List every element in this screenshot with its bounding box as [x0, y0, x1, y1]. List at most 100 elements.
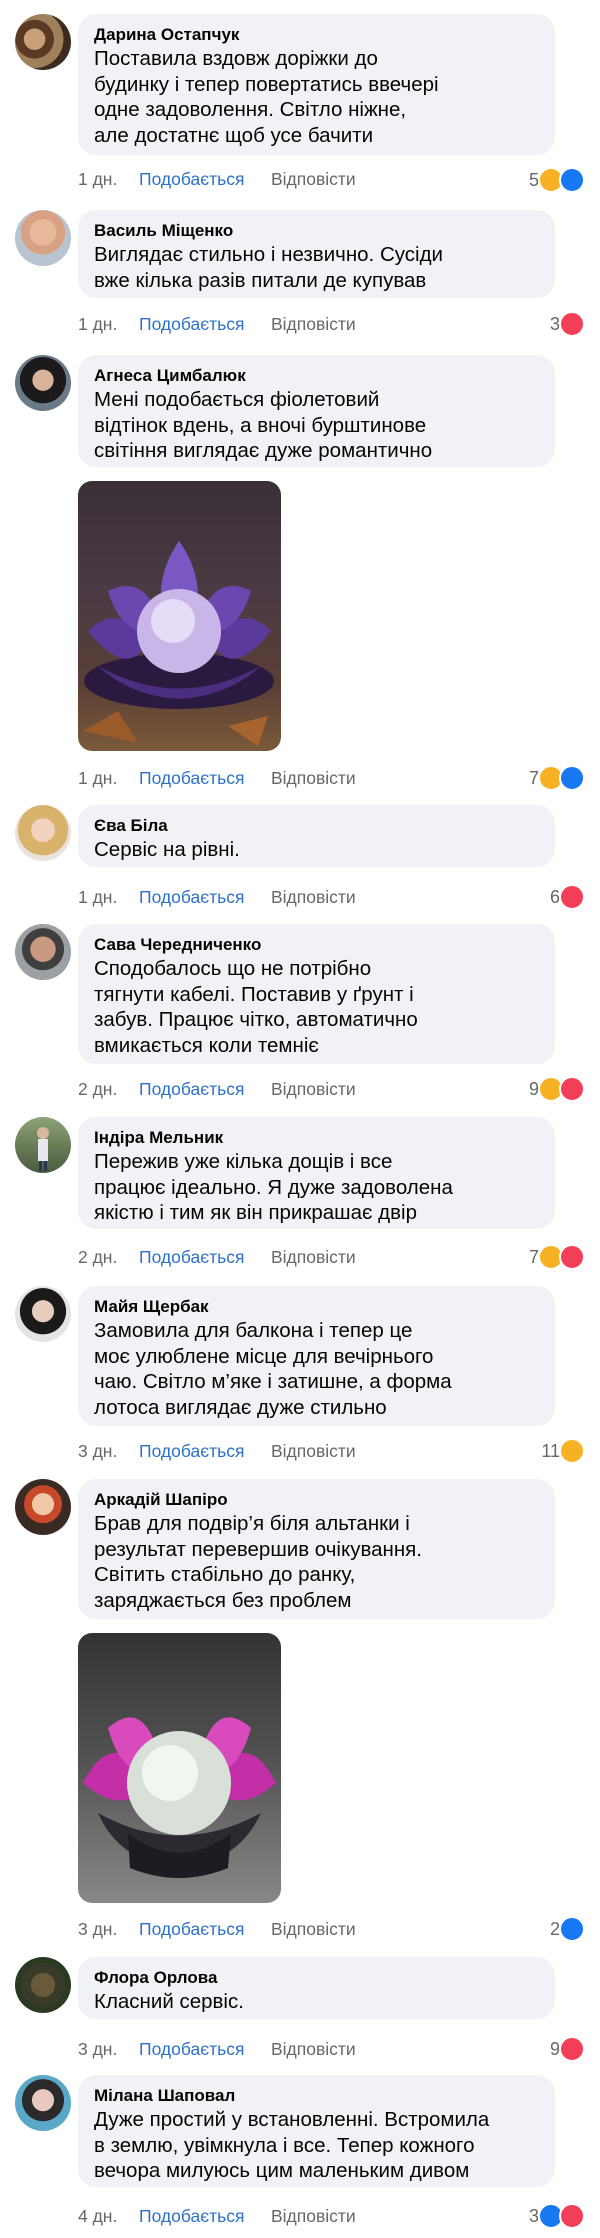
avatar[interactable] — [15, 1286, 71, 1342]
reaction-summary[interactable]: 9 — [529, 1076, 585, 1102]
love-icon — [559, 311, 585, 337]
reply-button[interactable]: Відповісти — [271, 168, 356, 190]
comment-time[interactable]: 3 дн. — [78, 1918, 117, 1940]
comment-bubble: Флора Орлова Класний сервіс. — [78, 1957, 555, 2019]
reply-button[interactable]: Відповісти — [271, 767, 356, 789]
comment-author[interactable]: Агнеса Цимбалюк — [94, 365, 539, 387]
avatar[interactable] — [15, 14, 71, 70]
comment-text: Брав для подвір’я біля альтанки і резуль… — [94, 1512, 422, 1612]
comment-time[interactable]: 2 дн. — [78, 1078, 117, 1100]
reaction-summary[interactable]: 6 — [550, 884, 585, 910]
reaction-summary[interactable]: 11 — [541, 1438, 585, 1464]
comment-author[interactable]: Мілана Шаповал — [94, 2085, 539, 2107]
comment-actions: 1 дн. Подобається Відповісти — [78, 767, 378, 791]
like-button[interactable]: Подобається — [139, 1918, 245, 1940]
comment-text: Пережив уже кілька дощів і все працює ід… — [94, 1150, 453, 1224]
avatar[interactable] — [15, 1479, 71, 1535]
like-button[interactable]: Подобається — [139, 2038, 245, 2060]
comment-text: Замовила для балкона і тепер це моє улюб… — [94, 1319, 452, 1419]
reply-button[interactable]: Відповісти — [271, 313, 356, 335]
avatar[interactable] — [15, 924, 71, 980]
reply-button[interactable]: Відповісти — [271, 1440, 356, 1462]
comment-text: Класний сервіс. — [94, 1990, 244, 2013]
comment-time[interactable]: 1 дн. — [78, 313, 117, 335]
comment-actions: 1 дн. Подобається Відповісти — [78, 313, 378, 337]
love-icon — [559, 2203, 585, 2229]
comment-photo[interactable] — [78, 1633, 281, 1903]
comment-text: Сервіс на рівні. — [94, 838, 240, 861]
comment-time[interactable]: 1 дн. — [78, 168, 117, 190]
comment-actions: 3 дн. Подобається Відповісти — [78, 2038, 378, 2062]
comment-bubble: Мілана Шаповал Дуже простий у встановлен… — [78, 2075, 555, 2187]
like-button[interactable]: Подобається — [139, 168, 245, 190]
comment-time[interactable]: 4 дн. — [78, 2205, 117, 2227]
comment-bubble: Аркадій Шапіро Брав для подвір’я біля ал… — [78, 1479, 555, 1619]
like-button[interactable]: Подобається — [139, 1078, 245, 1100]
comment-author[interactable]: Єва Біла — [94, 815, 539, 837]
like-icon — [559, 1916, 585, 1942]
love-icon — [559, 2036, 585, 2062]
haha-icon — [559, 1438, 585, 1464]
comment-author[interactable]: Сава Чередниченко — [94, 934, 539, 956]
comment-actions: 4 дн. Подобається Відповісти — [78, 2205, 378, 2229]
pink-lotus-lamp-image — [83, 1717, 276, 1878]
love-icon — [559, 1076, 585, 1102]
like-button[interactable]: Подобається — [139, 313, 245, 335]
comment-bubble: Василь Міщенко Виглядає стильно і незвич… — [78, 210, 555, 298]
comment-photo[interactable] — [78, 481, 281, 751]
comment-bubble: Дарина Остапчук Поставила вздовж доріжки… — [78, 14, 555, 155]
comment-actions: 1 дн. Подобається Відповісти — [78, 168, 378, 192]
reply-button[interactable]: Відповісти — [271, 2038, 356, 2060]
comment-author[interactable]: Василь Міщенко — [94, 220, 539, 242]
reaction-summary[interactable]: 7 — [529, 765, 585, 791]
comment-bubble: Агнеса Цимбалюк Мені подобається фіолето… — [78, 355, 555, 467]
avatar-figure — [37, 1127, 49, 1171]
comment-time[interactable]: 3 дн. — [78, 2038, 117, 2060]
love-icon — [559, 884, 585, 910]
avatar[interactable] — [15, 2075, 71, 2131]
avatar[interactable] — [15, 805, 71, 861]
like-button[interactable]: Подобається — [139, 886, 245, 908]
reply-button[interactable]: Відповісти — [271, 886, 356, 908]
reaction-summary[interactable]: 3 — [529, 2203, 585, 2229]
comment-bubble: Єва Біла Сервіс на рівні. — [78, 805, 555, 867]
reply-button[interactable]: Відповісти — [271, 2205, 356, 2227]
like-icon — [559, 167, 585, 193]
like-button[interactable]: Подобається — [139, 1440, 245, 1462]
avatar[interactable] — [15, 210, 71, 266]
comment-time[interactable]: 3 дн. — [78, 1440, 117, 1462]
like-button[interactable]: Подобається — [139, 2205, 245, 2227]
comment-actions: 1 дн. Подобається Відповісти — [78, 886, 378, 910]
reaction-summary[interactable]: 3 — [550, 311, 585, 337]
comment-author[interactable]: Флора Орлова — [94, 1967, 539, 1989]
like-button[interactable]: Подобається — [139, 1246, 245, 1268]
purple-lotus-lamp-image — [83, 541, 274, 746]
comment-text: Поставила вздовж доріжки до будинку і те… — [94, 47, 439, 147]
comment-author[interactable]: Майя Щербак — [94, 1296, 539, 1318]
comment-author[interactable]: Індіра Мельник — [94, 1127, 539, 1149]
like-icon — [559, 765, 585, 791]
comment-time[interactable]: 2 дн. — [78, 1246, 117, 1268]
reaction-count: 11 — [541, 1440, 560, 1461]
comment-text: Виглядає стильно і незвично. Сусіди вже … — [94, 243, 443, 292]
comment-actions: 3 дн. Подобається Відповісти — [78, 1918, 378, 1942]
comment-actions: 3 дн. Подобається Відповісти — [78, 1440, 378, 1464]
reply-button[interactable]: Відповісти — [271, 1078, 356, 1100]
like-button[interactable]: Подобається — [139, 767, 245, 789]
reply-button[interactable]: Відповісти — [271, 1918, 356, 1940]
reaction-summary[interactable]: 2 — [550, 1916, 585, 1942]
comment-bubble: Майя Щербак Замовила для балкона і тепер… — [78, 1286, 555, 1426]
love-icon — [559, 1244, 585, 1270]
comment-time[interactable]: 1 дн. — [78, 767, 117, 789]
comment-time[interactable]: 1 дн. — [78, 886, 117, 908]
reaction-summary[interactable]: 7 — [529, 1244, 585, 1270]
avatar[interactable] — [15, 1957, 71, 2013]
reaction-summary[interactable]: 9 — [550, 2036, 585, 2062]
reaction-summary[interactable]: 5 — [529, 167, 585, 193]
avatar[interactable] — [15, 355, 71, 411]
comment-bubble: Сава Чередниченко Сподобалось що не потр… — [78, 924, 555, 1064]
comment-author[interactable]: Дарина Остапчук — [94, 24, 539, 46]
avatar[interactable] — [15, 1117, 71, 1173]
reply-button[interactable]: Відповісти — [271, 1246, 356, 1268]
comment-author[interactable]: Аркадій Шапіро — [94, 1489, 539, 1511]
